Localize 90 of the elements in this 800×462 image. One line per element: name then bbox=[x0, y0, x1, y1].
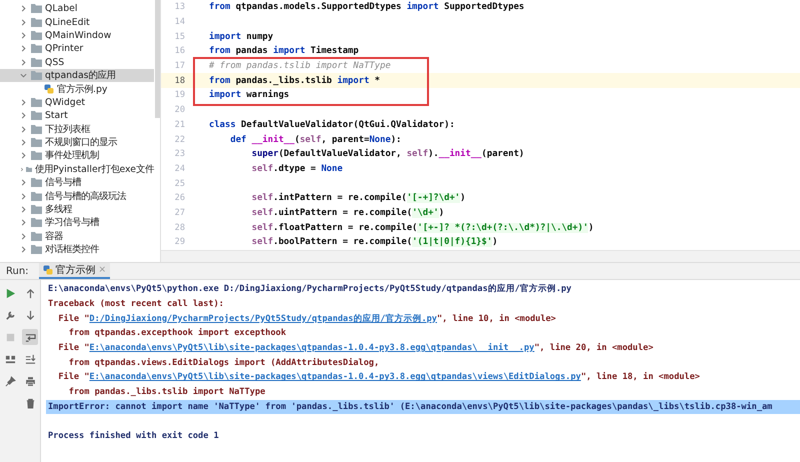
line-number: 21 bbox=[174, 120, 185, 130]
tree-item[interactable]: QWidget bbox=[0, 96, 154, 110]
code-text: self.dtype = None bbox=[250, 164, 343, 174]
line-number: 14 bbox=[174, 17, 185, 28]
code-text: import numpy bbox=[209, 32, 274, 42]
code-text: from pandas import Timestamp bbox=[209, 46, 359, 56]
code-text: self.uintPattern = re.compile('\d+') bbox=[250, 208, 444, 218]
line-number: 19 bbox=[174, 90, 185, 100]
run-tab[interactable]: 官方示例 × bbox=[38, 263, 110, 279]
folder-icon bbox=[31, 71, 42, 80]
code-text: self.intPattern = re.compile('[-+]?\d+') bbox=[250, 193, 466, 204]
file-link[interactable]: E:\anaconda\envs\PyQt5\lib\site-packages\qtpandas-1.0.4-py3.8.egg\qtpandas\__init__.py bbox=[89, 343, 534, 354]
run-label: Run: bbox=[6, 266, 29, 276]
code-text: from qtpandas.models.SupportedDtypes import SupportedDtypes bbox=[209, 2, 524, 12]
folder-icon bbox=[31, 192, 42, 201]
tree-item[interactable]: QMainWindow bbox=[0, 28, 154, 42]
line-number: 29 bbox=[174, 237, 185, 248]
console-text: File " bbox=[57, 372, 90, 382]
line-number: 18 bbox=[174, 76, 185, 86]
folder-icon bbox=[31, 44, 42, 54]
tree-item[interactable]: 信号与槽的高级玩法 bbox=[0, 189, 154, 203]
code-text: class DefaultValueValidator(QtGui.QValidator): bbox=[209, 120, 455, 130]
line-number: 27 bbox=[174, 208, 185, 218]
console-text: E:\anaconda\envs\PyQt5\python.exe D:/DingJiaxiong/PycharmProjects/PyQt5Study/qtpandas的应用/官方示例.py bbox=[48, 284, 572, 294]
console-text: Process finished with exit code 1 bbox=[48, 431, 219, 442]
line-number: 24 bbox=[174, 164, 185, 174]
tree-item[interactable]: QPrinter bbox=[0, 42, 154, 56]
soft-wrap-icon[interactable] bbox=[22, 329, 38, 345]
console-text: ", line 18, in <module> bbox=[580, 372, 700, 382]
chevron-down-icon[interactable] bbox=[20, 72, 27, 80]
line-number: 15 bbox=[174, 32, 185, 42]
tree-item[interactable]: Start bbox=[0, 109, 154, 123]
folder-icon bbox=[31, 218, 42, 228]
tree-item[interactable]: 信号与槽 bbox=[0, 176, 154, 190]
console-text: Traceback (most recent call last): bbox=[48, 299, 224, 310]
line-number: 25 bbox=[174, 178, 185, 189]
line-number: 22 bbox=[174, 134, 185, 145]
line-number: 13 bbox=[174, 2, 185, 12]
folder-icon bbox=[31, 205, 42, 214]
python-file-icon bbox=[44, 84, 54, 94]
console-text: ", line 20, in <module> bbox=[534, 343, 654, 354]
scrollbar-thumb[interactable] bbox=[155, 0, 160, 118]
code-text: # from pandas.tslib import NaTType bbox=[209, 61, 391, 72]
folder-icon bbox=[31, 111, 42, 120]
tree-item[interactable]: QLabel bbox=[0, 2, 154, 16]
console-text: ImportError: cannot import name 'NaTType' from 'pandas._libs.tslib' (E:\anaconda\envs\PyQt5\lib\site-packages\pandas\_libs\tslib.cp38-win_am bbox=[48, 402, 772, 412]
console-text: File " bbox=[57, 343, 90, 354]
line-number: 20 bbox=[174, 105, 185, 116]
line-number: 26 bbox=[174, 193, 185, 204]
line-number: 17 bbox=[174, 61, 185, 72]
folder-icon bbox=[31, 178, 42, 188]
console-text: File " bbox=[57, 314, 90, 324]
line-number: 23 bbox=[174, 149, 185, 160]
tree-item[interactable]: 容器 bbox=[0, 230, 154, 244]
tree-item[interactable]: 官方示例.py bbox=[0, 82, 154, 96]
folder-icon bbox=[31, 98, 42, 107]
file-link[interactable]: D:/DingJiaxiong/PycharmProjects/PyQt5Study/qtpandas的应用/官方示例.py bbox=[89, 314, 437, 324]
tree-item[interactable]: 多线程 bbox=[0, 202, 154, 216]
console-text: from qtpandas.excepthook import excepthook bbox=[68, 328, 286, 338]
code-text: from pandas._libs.tslib import * bbox=[209, 76, 380, 86]
console-text: ", line 10, in <module> bbox=[436, 314, 556, 324]
folder-icon bbox=[31, 245, 42, 254]
folder-icon bbox=[31, 18, 42, 27]
folder-icon bbox=[31, 124, 42, 134]
code-text: import warnings bbox=[209, 90, 290, 100]
folder-icon bbox=[26, 164, 32, 174]
folder-icon bbox=[31, 232, 42, 241]
console-text: from qtpandas.views.EditDialogs import (AddAttributesDialog, bbox=[68, 358, 380, 368]
code-text: def __init__(self, parent=None): bbox=[229, 134, 402, 145]
tree-item[interactable]: 使用Pyinstaller打包exe文件 bbox=[0, 162, 154, 176]
folder-icon bbox=[31, 4, 42, 14]
code-text: super(DefaultValueValidator, self).__init__(parent) bbox=[250, 149, 524, 160]
tree-item[interactable]: 事件处理机制 bbox=[0, 149, 154, 163]
tree-item[interactable]: 对话框类控件 bbox=[0, 243, 154, 256]
folder-icon bbox=[31, 30, 42, 40]
line-number: 28 bbox=[174, 222, 185, 233]
tree-item[interactable]: 不规则窗口的显示 bbox=[0, 136, 154, 150]
line-number: 16 bbox=[174, 46, 185, 56]
tree-item[interactable]: QSS bbox=[0, 56, 154, 69]
tree-item[interactable]: qtpandas的应用 bbox=[0, 68, 154, 82]
python-icon bbox=[42, 265, 53, 275]
tree-item[interactable]: 学习信号与槽 bbox=[0, 216, 154, 230]
file-link[interactable]: E:\anaconda\envs\PyQt5\lib\site-packages\qtpandas-1.0.4-py3.8.egg\qtpandas\views\EditDialogs.py bbox=[89, 372, 581, 382]
tree-item[interactable]: QLineEdit bbox=[0, 15, 154, 29]
tree-item[interactable]: 下拉列表框 bbox=[0, 122, 154, 136]
console-text: from pandas._libs.tslib import NaTType bbox=[68, 387, 266, 398]
code-text: self.floatPattern = re.compile('[+-]? *(?:\d+(?:\.\d*)?|\.\d+)') bbox=[250, 222, 594, 233]
code-text: self.boolPattern = re.compile('(1|t|0|f){1}$') bbox=[250, 237, 498, 248]
folder-icon bbox=[31, 151, 42, 160]
folder-icon bbox=[31, 138, 42, 148]
